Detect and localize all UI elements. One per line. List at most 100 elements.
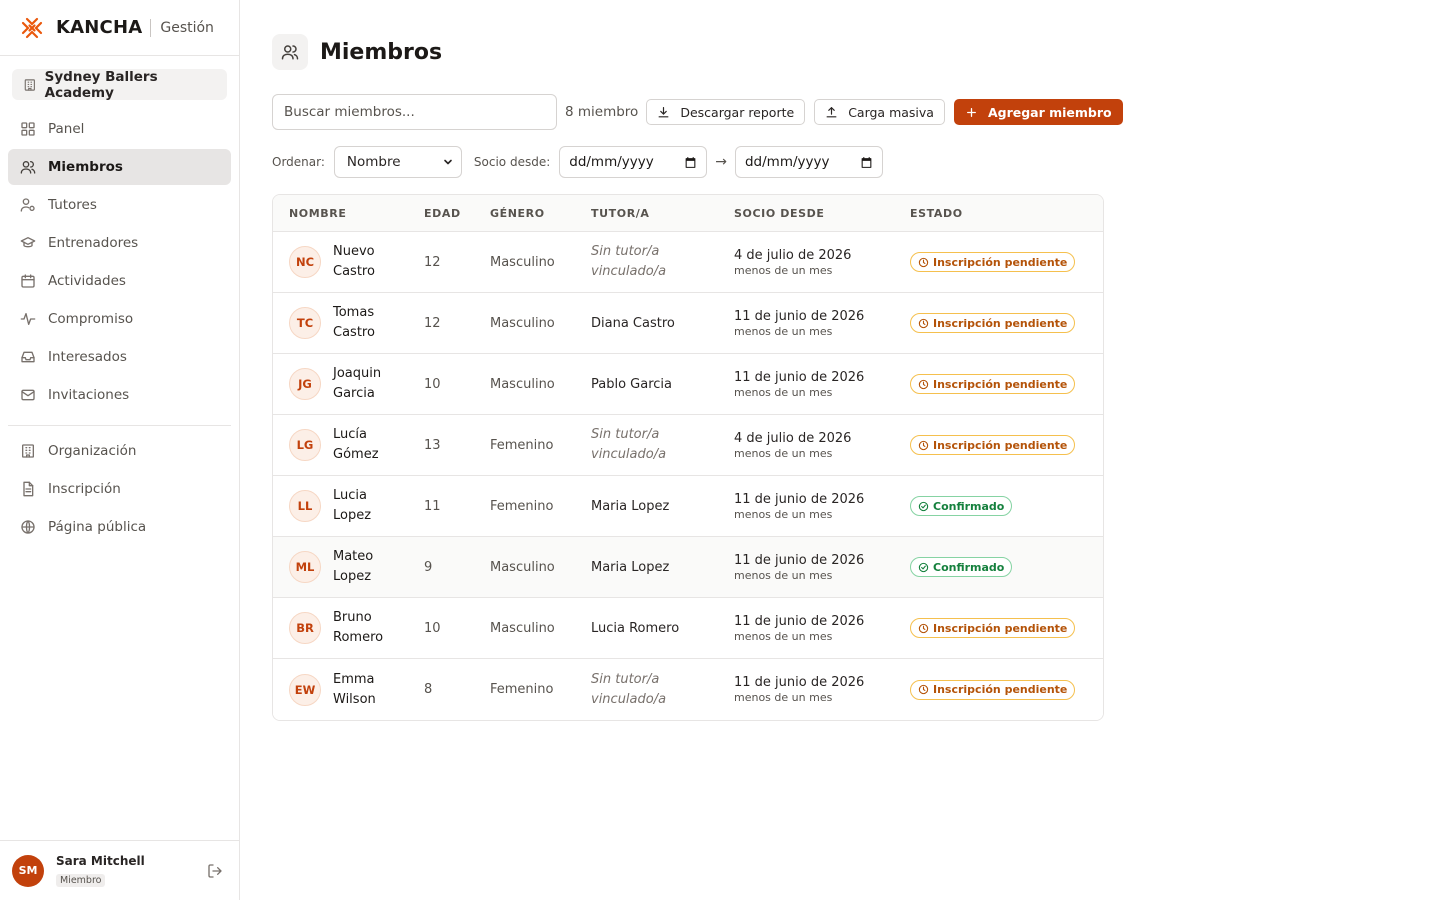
- member-tutor: Sin tutor/a vinculado/a: [591, 671, 667, 707]
- avatar: JG: [289, 368, 321, 400]
- member-age: 10: [424, 376, 441, 392]
- column-header-tutor[interactable]: TUTOR/A: [591, 207, 734, 220]
- member-tutor: Diana Castro: [591, 315, 675, 331]
- bulk-upload-button[interactable]: Carga masiva: [814, 99, 945, 125]
- sidebar-item-miembros[interactable]: Miembros: [8, 149, 231, 185]
- status-label: Confirmado: [933, 560, 1005, 574]
- member-age: 12: [424, 254, 441, 270]
- table-row[interactable]: EW Emma Wilson 8 Femenino Sin tutor/a vincul…: [273, 659, 1103, 720]
- sidebar: KANCHA Gestión Sydney Ballers Academy Pa…: [0, 0, 240, 900]
- date-from-input[interactable]: dd/mm/yyyy: [559, 146, 708, 178]
- sidebar-item-tutores[interactable]: Tutores: [8, 187, 231, 223]
- table-row[interactable]: BR Bruno Romero 10 Masculino Lucia Romero 11 …: [273, 598, 1103, 659]
- table-row[interactable]: LG Lucía Gómez 13 Femenino Sin tutor/a vincu…: [273, 415, 1103, 476]
- status-label: Confirmado: [933, 499, 1005, 513]
- avatar: EW: [289, 673, 321, 706]
- chevron-down-icon: [444, 159, 452, 165]
- sidebar-item-pagina-publica[interactable]: Página pública: [8, 509, 231, 545]
- sidebar-item-label: Panel: [48, 121, 85, 137]
- member-gender: Femenino: [490, 437, 554, 453]
- avatar: LG: [289, 429, 321, 461]
- date-to-input[interactable]: dd/mm/yyyy: [734, 146, 883, 178]
- column-header-socio-desde[interactable]: SOCIO DESDE: [734, 207, 910, 220]
- add-member-button[interactable]: Agregar miembro: [953, 99, 1123, 125]
- column-header-estado[interactable]: ESTADO: [910, 207, 1103, 220]
- page-title: Miembros: [320, 39, 443, 65]
- members-table: NOMBRE EDAD GÉNERO TUTOR/A SOCIO DESDE E…: [272, 194, 1104, 721]
- member-cell: JG Joaquin Garcia: [273, 364, 424, 404]
- sidebar-item-invitaciones[interactable]: Invitaciones: [8, 377, 231, 413]
- clock-icon: [918, 318, 929, 328]
- avatar: BR: [289, 612, 321, 644]
- member-name: Tomas Castro: [333, 305, 375, 340]
- bulk-upload-label: Carga masiva: [848, 104, 934, 120]
- member-since-date: 11 de junio de 2026: [734, 613, 865, 629]
- inbox-icon: [21, 351, 35, 363]
- status-badge: Inscripción pendiente: [910, 435, 1076, 455]
- table-row[interactable]: NC Nuevo Castro 12 Masculino Sin tutor/a vin…: [273, 232, 1103, 293]
- sidebar-item-entrenadores[interactable]: Entrenadores: [8, 225, 231, 261]
- member-since-relative: menos de un mes: [734, 507, 833, 521]
- member-since-cell: 11 de junio de 2026 menos de un mes: [734, 675, 910, 704]
- status-badge: Inscripción pendiente: [910, 374, 1076, 394]
- avatar: ML: [289, 551, 321, 583]
- status-label: Inscripción pendiente: [933, 377, 1068, 391]
- date-from-placeholder: dd/mm/yyyy: [569, 154, 654, 170]
- column-header-edad[interactable]: EDAD: [424, 207, 490, 220]
- brand-header: KANCHA Gestión: [0, 0, 239, 56]
- page-header: Miembros: [272, 34, 442, 70]
- table-row[interactable]: ML Mateo Lopez 9 Masculino Maria Lopez 11 de …: [273, 537, 1103, 598]
- member-age: 10: [424, 620, 441, 636]
- member-age: 9: [424, 559, 433, 575]
- org-switcher[interactable]: Sydney Ballers Academy: [12, 68, 227, 101]
- member-status-cell: Inscripción pendiente: [910, 374, 1103, 394]
- sidebar-item-inscripcion[interactable]: Inscripción: [8, 471, 231, 507]
- graduation-cap-icon: [20, 237, 36, 248]
- sidebar-item-panel[interactable]: Panel: [8, 111, 231, 147]
- logout-icon[interactable]: [207, 863, 223, 879]
- member-gender: Femenino: [490, 498, 554, 514]
- member-tutor: Maria Lopez: [591, 559, 670, 575]
- tutor-icon: [20, 198, 35, 212]
- member-since-cell: 11 de junio de 2026 menos de un mes: [734, 370, 910, 399]
- sidebar-item-label: Página pública: [48, 519, 147, 535]
- org-name: Sydney Ballers Academy: [44, 68, 158, 101]
- member-since-relative: menos de un mes: [734, 691, 833, 704]
- member-tutor: Sin tutor/a vinculado/a: [591, 244, 667, 279]
- main-content: Miembros 8 miembro Descargar reporte Car…: [240, 0, 1440, 900]
- member-since-date: 11 de junio de 2026: [734, 552, 865, 568]
- member-tutor: Lucia Romero: [591, 620, 680, 636]
- sidebar-item-label: Organización: [48, 443, 137, 459]
- member-status-cell: Confirmado: [910, 557, 1103, 577]
- user-profile[interactable]: SM Sara Mitchell Miembro: [0, 840, 239, 900]
- sidebar-item-actividades[interactable]: Actividades: [8, 263, 231, 299]
- sidebar-item-label: Miembros: [48, 159, 123, 175]
- column-header-genero[interactable]: GÉNERO: [490, 207, 591, 220]
- sidebar-item-label: Interesados: [48, 349, 127, 365]
- sidebar-item-label: Inscripción: [48, 481, 121, 497]
- sort-select[interactable]: Nombre: [333, 146, 462, 178]
- sidebar-item-compromiso[interactable]: Compromiso: [8, 301, 231, 337]
- building-icon: [24, 78, 35, 91]
- search-input[interactable]: [272, 94, 557, 130]
- member-cell: LG Lucía Gómez: [273, 425, 424, 465]
- nav-divider: [8, 425, 231, 426]
- mail-icon: [21, 389, 35, 401]
- member-name: Bruno Romero: [333, 610, 384, 645]
- member-since-date: 11 de junio de 2026: [734, 308, 865, 324]
- table-row[interactable]: LL Lucia Lopez 11 Femenino Maria Lopez 11 de …: [273, 476, 1103, 537]
- column-header-nombre[interactable]: NOMBRE: [273, 207, 424, 220]
- panel-icon: [21, 122, 35, 136]
- status-badge: Confirmado: [910, 496, 1013, 516]
- member-age: 11: [424, 498, 441, 514]
- member-gender: Masculino: [490, 559, 555, 575]
- download-report-button[interactable]: Descargar reporte: [646, 99, 806, 125]
- sidebar-item-organizacion[interactable]: Organización: [8, 433, 231, 469]
- table-row[interactable]: TC Tomas Castro 12 Masculino Diana Castro 11 …: [273, 293, 1103, 354]
- member-since-relative: menos de un mes: [734, 324, 833, 338]
- clock-icon: [918, 379, 929, 389]
- sidebar-item-interesados[interactable]: Interesados: [8, 339, 231, 375]
- member-since-relative: menos de un mes: [734, 446, 833, 460]
- toolbar: 8 miembro Descargar reporte Carga masiva…: [272, 94, 1132, 130]
- table-row[interactable]: JG Joaquin Garcia 10 Masculino Pablo Garcia 1…: [273, 354, 1103, 415]
